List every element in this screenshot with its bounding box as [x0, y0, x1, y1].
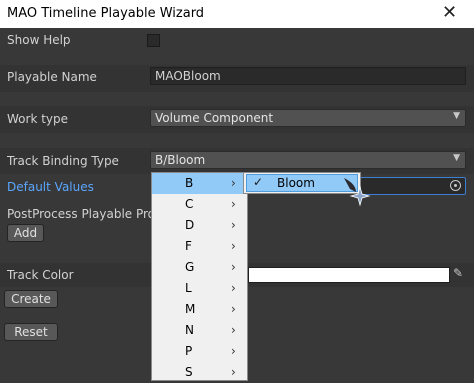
reset-button[interactable]: Reset: [4, 323, 58, 341]
menu-item-p[interactable]: P ›: [152, 341, 247, 362]
chevron-right-icon: ›: [231, 218, 236, 232]
menu-item-b[interactable]: B ›: [152, 173, 247, 194]
track-binding-label: Track Binding Type: [7, 154, 119, 168]
work-type-value: Volume Component: [155, 111, 274, 125]
menu-item-m[interactable]: M ›: [152, 299, 247, 320]
show-help-label: Show Help: [7, 33, 71, 47]
track-binding-value: B/Bloom: [155, 153, 206, 167]
chevron-right-icon: ›: [231, 281, 236, 295]
work-type-dropdown[interactable]: Volume Component ▼: [150, 109, 466, 127]
track-color-field[interactable]: [248, 267, 450, 283]
track-binding-dropdown[interactable]: B/Bloom ▼: [150, 151, 466, 169]
menu-item-d[interactable]: D ›: [152, 215, 247, 236]
chevron-right-icon: ›: [231, 323, 236, 337]
show-help-checkbox[interactable]: [147, 34, 160, 47]
chevron-right-icon: ›: [231, 365, 236, 379]
add-button[interactable]: Add: [7, 224, 44, 242]
close-icon[interactable]: ✕: [442, 2, 457, 23]
menu-item-l[interactable]: L ›: [152, 278, 247, 299]
chevron-right-icon: ›: [231, 197, 236, 211]
window-title: MAO Timeline Playable Wizard: [7, 6, 205, 21]
menu-item-g[interactable]: G ›: [152, 257, 247, 278]
chevron-down-icon: ▼: [453, 153, 460, 163]
playable-name-field[interactable]: MAOBloom: [150, 67, 466, 85]
track-color-label: Track Color: [7, 268, 74, 282]
default-values-object-field[interactable]: [360, 177, 466, 195]
chevron-down-icon: ▼: [453, 111, 460, 121]
checkmark-icon: ✓: [253, 175, 264, 189]
eyedropper-icon[interactable]: ✎: [453, 266, 463, 280]
menu-item-n[interactable]: N ›: [152, 320, 247, 341]
postprocess-label: PostProcess Playable Prop: [7, 207, 163, 221]
window-titlebar: MAO Timeline Playable Wizard ✕: [0, 0, 474, 28]
menu-item-f[interactable]: F ›: [152, 236, 247, 257]
chevron-right-icon: ›: [231, 302, 236, 316]
binding-type-menu: B › C › D › F › G › L › M › N › P › S ›: [151, 172, 248, 381]
work-type-label: Work type: [7, 112, 69, 126]
chevron-right-icon: ›: [231, 260, 236, 274]
cursor-icon: [344, 178, 371, 207]
menu-item-s[interactable]: S ›: [152, 362, 247, 383]
create-button[interactable]: Create: [4, 290, 58, 308]
chevron-right-icon: ›: [231, 176, 236, 190]
playable-name-label: Playable Name: [7, 70, 97, 84]
chevron-right-icon: ›: [231, 239, 236, 253]
chevron-right-icon: ›: [231, 344, 236, 358]
menu-item-c[interactable]: C ›: [152, 194, 247, 215]
object-picker-icon[interactable]: [450, 180, 461, 191]
default-values-label[interactable]: Default Values: [7, 180, 94, 194]
